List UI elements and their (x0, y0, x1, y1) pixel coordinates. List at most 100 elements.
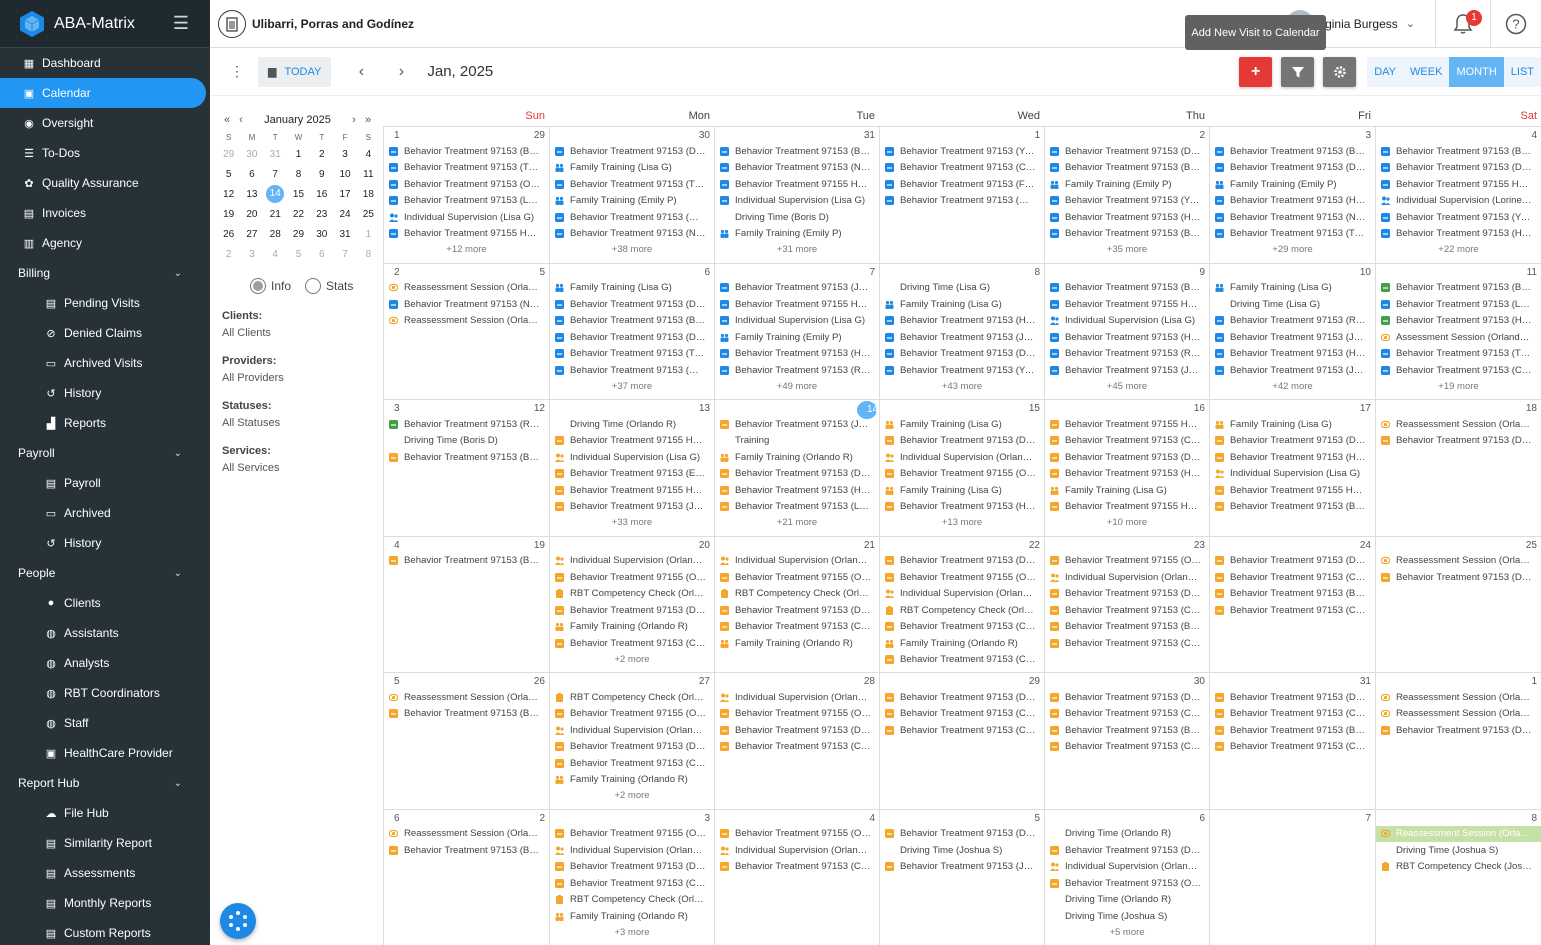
calendar-event[interactable]: Driving Time (Lisa G) (880, 280, 1044, 297)
calendar-event[interactable]: RBT Competency Check (Orlan... (880, 602, 1044, 619)
calendar-event[interactable]: Behavior Treatment 97153 (Bori... (1210, 722, 1375, 739)
calendar-event[interactable]: Behavior Treatment 97153 (Dud... (1210, 553, 1375, 570)
sidebar-item-rbt-coordinators[interactable]: ◍ RBT Coordinators (0, 678, 210, 708)
prev-month-button[interactable]: ‹ (351, 63, 371, 81)
day-number[interactable]: 9 (1199, 267, 1205, 278)
day-number[interactable]: 3 (704, 813, 710, 824)
more-events-link[interactable]: +43 more (880, 379, 1044, 395)
calendar-event[interactable]: Individual Supervision (Orlando ... (715, 553, 879, 570)
day-cell[interactable]: 20 Individual Supervision (Orlando ... Beh… (549, 536, 714, 672)
day-cell[interactable]: 7 Behavior Treatment 97153 (Joe... Behavio… (714, 263, 879, 399)
calendar-event[interactable]: Assessment Session (Orlando R) (1376, 329, 1541, 346)
mini-calendar-day[interactable]: 8 (287, 164, 310, 184)
calendar-event[interactable]: Behavior Treatment 97153 (Luc... (715, 499, 879, 516)
calendar-event[interactable]: Behavior Treatment 97153 (Bori... (384, 553, 549, 570)
calendar-event[interactable]: Behavior Treatment 97155 HN (... (1045, 416, 1209, 433)
day-cell[interactable]: 17 Family Training (Lisa G) Behavior Treat… (1209, 400, 1375, 536)
day-cell[interactable]: 21 Individual Supervision (Orlando ... Beh… (714, 536, 879, 672)
day-number[interactable]: 16 (1194, 403, 1205, 414)
calendar-event[interactable]: Driving Time (Joshua S) (1045, 908, 1209, 925)
calendar-event[interactable]: Behavior Treatment 97153 (Yvo... (1045, 193, 1209, 210)
nav-section-people[interactable]: People ⌄ (0, 558, 210, 588)
sidebar-item-monthly-reports[interactable]: ▤ Monthly Reports (0, 888, 210, 918)
day-number[interactable]: 1 (1034, 130, 1040, 141)
day-cell[interactable]: 15 Family Training (Lisa G) Behavior Treat… (879, 400, 1044, 536)
calendar-event[interactable]: Behavior Treatment 97153 (Coli... (715, 619, 879, 636)
mini-calendar-day[interactable]: 2 (310, 144, 333, 164)
calendar-event[interactable]: Behavior Treatment 97153 (Hip... (1376, 226, 1541, 243)
day-number[interactable]: 5 (539, 267, 545, 278)
day-number[interactable]: 3 (1365, 130, 1371, 141)
calendar-event[interactable]: Behavior Treatment 97155 (Orla... (715, 569, 879, 586)
calendar-event[interactable]: Behavior Treatment 97153 (Tra... (550, 346, 714, 363)
calendar-event[interactable]: Reassessment Session (Orland... (384, 313, 549, 330)
calendar-event[interactable]: Individual Supervision (Orlando ... (550, 553, 714, 570)
day-cell[interactable]: 30 Behavior Treatment 97153 (Do... Family … (549, 127, 714, 263)
calendar-event[interactable]: Behavior Treatment 97155 (Orla... (550, 569, 714, 586)
mini-calendar-day[interactable]: 5 (217, 164, 240, 184)
calendar-event[interactable]: Family Training (Orlando R) (715, 449, 879, 466)
mini-calendar-day[interactable]: 23 (310, 204, 333, 224)
day-cell[interactable]: 25 Reassessment Session (Orland... Behavio… (1375, 536, 1541, 672)
mini-calendar-day[interactable]: 25 (357, 204, 380, 224)
calendar-event[interactable]: Behavior Treatment 97153 (Coli... (1376, 362, 1541, 379)
mini-calendar-day[interactable]: 16 (310, 184, 333, 204)
calendar-event[interactable]: Behavior Treatment 97153 (Bra... (1045, 280, 1209, 297)
day-number[interactable]: 12 (534, 403, 545, 414)
nav-section-billing[interactable]: Billing ⌄ (0, 258, 210, 288)
calendar-event[interactable]: Individual Supervision (Orlando ... (880, 449, 1044, 466)
sidebar-item-pending-visits[interactable]: ▤ Pending Visits (0, 288, 210, 318)
mini-calendar-day[interactable]: 14 (264, 184, 287, 204)
today-button[interactable]: ▆ TODAY (258, 56, 332, 87)
day-cell[interactable]: 11 Behavior Treatment 97153 (Bra... Behavi… (1375, 263, 1541, 399)
calendar-event[interactable]: Behavior Treatment 97153 (Dud... (1045, 689, 1209, 706)
day-number[interactable]: 29 (534, 130, 545, 141)
sidebar-item-dashboard[interactable]: ▦ Dashboard (0, 48, 210, 78)
calendar-event[interactable]: Behavior Treatment 97153 (Hip... (1045, 209, 1209, 226)
day-cell[interactable]: 8 Driving Time (Lisa G) Family Training (L… (879, 263, 1044, 399)
view-week-button[interactable]: WEEK (1403, 57, 1450, 87)
calendar-event[interactable]: Behavior Treatment 97153 (Mat... (550, 209, 714, 226)
calendar-event[interactable]: Behavior Treatment 97153 (Dud... (1045, 449, 1209, 466)
calendar-event[interactable]: Individual Supervision (Lisa G) (384, 209, 549, 226)
calendar-event[interactable]: Behavior Treatment 97153 (Coli... (880, 722, 1044, 739)
calendar-event[interactable]: Behavior Treatment 97153 (Dud... (550, 602, 714, 619)
more-events-link[interactable]: +13 more (880, 515, 1044, 531)
mini-calendar-day[interactable]: 2 (217, 244, 240, 264)
mini-calendar-day[interactable]: 20 (240, 204, 263, 224)
day-number[interactable]: 4 (869, 813, 875, 824)
filter-services[interactable]: Services: All Services (222, 445, 383, 474)
calendar-event[interactable]: Behavior Treatment 97153 (Hip... (715, 346, 879, 363)
day-number[interactable]: 30 (699, 130, 710, 141)
day-cell[interactable]: 24 Behavior Treatment 97153 (Dud... Behavi… (1209, 536, 1375, 672)
calendar-event[interactable]: Behavior Treatment 97153 (Dud... (550, 739, 714, 756)
sidebar-item-quality-assurance[interactable]: ✿ Quality Assurance (0, 168, 210, 198)
calendar-event[interactable]: Behavior Treatment 97153 (Do... (1376, 160, 1541, 177)
calendar-event[interactable]: Behavior Treatment 97153 (Do... (1045, 143, 1209, 160)
calendar-event[interactable]: Behavior Treatment 97153 (Do... (1210, 160, 1375, 177)
calendar-event[interactable]: Individual Supervision (Lisa G) (715, 313, 879, 330)
calendar-event[interactable]: Behavior Treatment 97153 (Dud... (550, 329, 714, 346)
calendar-event[interactable]: Behavior Treatment 97153 (Bori... (1045, 722, 1209, 739)
day-cell[interactable]: 2 Behavior Treatment 97153 (Do... Behavior… (1044, 127, 1209, 263)
calendar-event[interactable]: Individual Supervision (Lisa G) (1210, 466, 1375, 483)
sidebar-item-calendar[interactable]: ▣ Calendar (0, 78, 206, 108)
calendar-event[interactable]: Individual Supervision (Lisa G) (715, 193, 879, 210)
day-cell[interactable]: 5 26 Reassessment Session (Orland... Behavi… (383, 673, 549, 809)
calendar-event[interactable]: Family Training (Emily P) (1045, 176, 1209, 193)
day-number[interactable]: 18 (1526, 403, 1537, 414)
day-number[interactable]: 6 (1199, 813, 1205, 824)
day-cell[interactable]: 1 Reassessment Session (Orland... Reassess… (1375, 673, 1541, 809)
more-events-link[interactable]: +37 more (550, 379, 714, 395)
mini-calendar-day[interactable]: 15 (287, 184, 310, 204)
filter-value[interactable]: All Providers (222, 372, 383, 384)
day-cell[interactable]: 23 Behavior Treatment 97155 (Orla... Indiv… (1044, 536, 1209, 672)
calendar-event[interactable]: Individual Supervision (Lorine D) (1376, 193, 1541, 210)
more-events-link[interactable]: +49 more (715, 379, 879, 395)
more-events-link[interactable]: +2 more (550, 788, 714, 804)
day-number[interactable]: 2 (1199, 130, 1205, 141)
notifications-button[interactable]: 1 (1436, 0, 1490, 48)
calendar-event[interactable]: Behavior Treatment 97155 (Orla... (715, 706, 879, 723)
view-list-button[interactable]: LIST (1503, 57, 1541, 87)
add-visit-button[interactable]: + (1239, 57, 1273, 87)
